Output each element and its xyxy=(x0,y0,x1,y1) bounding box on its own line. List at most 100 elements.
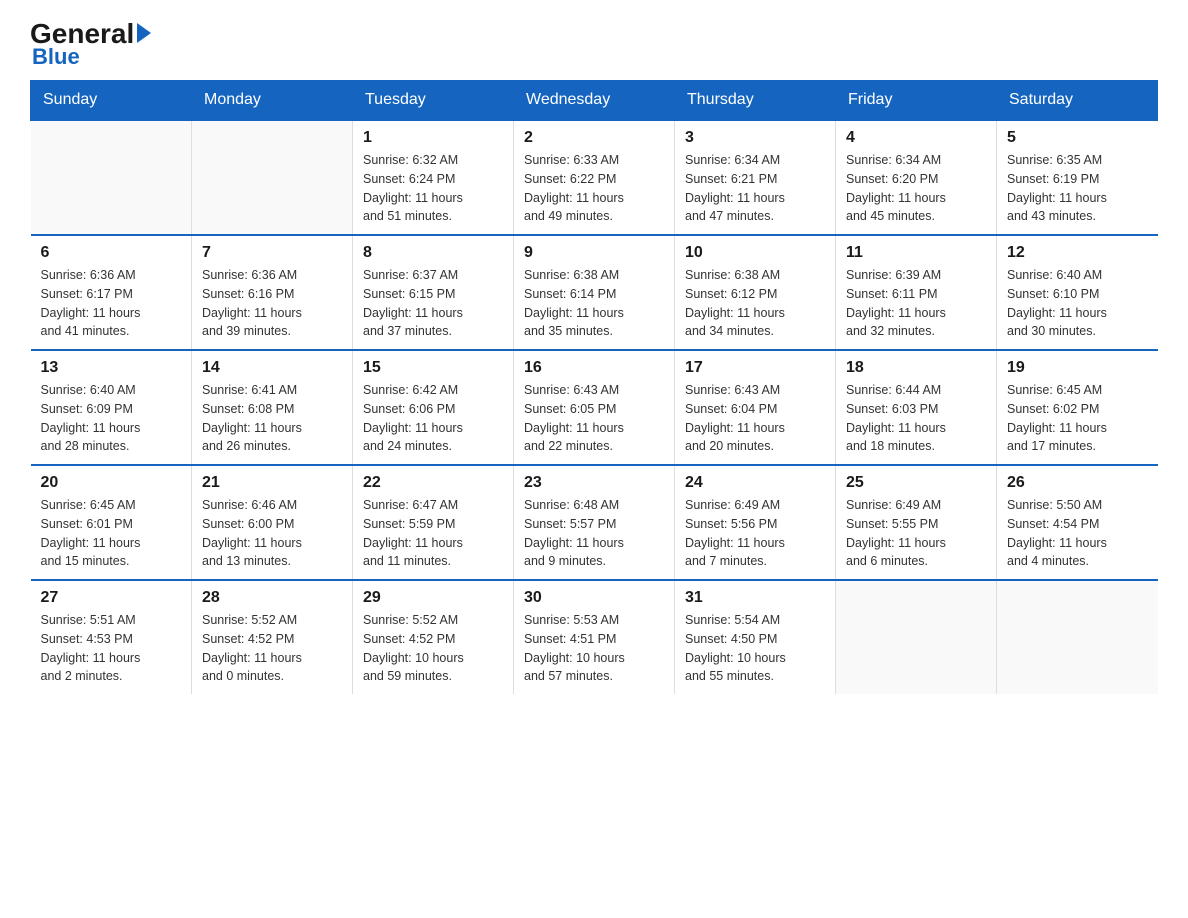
day-number: 22 xyxy=(363,474,503,492)
calendar-cell: 18 Sunrise: 6:44 AMSunset: 6:03 PMDayligh… xyxy=(836,350,997,465)
day-number: 7 xyxy=(202,244,342,262)
day-info: Sunrise: 6:44 AMSunset: 6:03 PMDaylight:… xyxy=(846,381,986,456)
calendar-cell: 4Sunrise: 6:34 AMSunset: 6:20 PMDaylight… xyxy=(836,120,997,235)
column-header-monday: Monday xyxy=(192,81,353,121)
calendar-cell: 26 Sunrise: 5:50 AMSunset: 4:54 PMDayligh… xyxy=(997,465,1158,580)
calendar-cell: 25 Sunrise: 6:49 AMSunset: 5:55 PMDayligh… xyxy=(836,465,997,580)
day-info: Sunrise: 6:45 AMSunset: 6:01 PMDaylight:… xyxy=(41,496,182,571)
day-info: Sunrise: 6:35 AMSunset: 6:19 PMDaylight:… xyxy=(1007,151,1148,226)
calendar-cell: 7Sunrise: 6:36 AMSunset: 6:16 PMDaylight… xyxy=(192,235,353,350)
day-number: 6 xyxy=(41,244,182,262)
logo-arrow-icon xyxy=(137,23,151,43)
calendar-week-row: 27 Sunrise: 5:51 AMSunset: 4:53 PMDayligh… xyxy=(31,580,1158,694)
column-header-tuesday: Tuesday xyxy=(353,81,514,121)
day-info: Sunrise: 6:46 AMSunset: 6:00 PMDaylight:… xyxy=(202,496,342,571)
day-info: Sunrise: 6:47 AMSunset: 5:59 PMDaylight:… xyxy=(363,496,503,571)
day-number: 25 xyxy=(846,474,986,492)
calendar-cell: 9 Sunrise: 6:38 AMSunset: 6:14 PMDaylight… xyxy=(514,235,675,350)
logo: General Blue xyxy=(30,20,151,70)
day-number: 11 xyxy=(846,244,986,262)
calendar-cell: 27 Sunrise: 5:51 AMSunset: 4:53 PMDayligh… xyxy=(31,580,192,694)
logo-blue: Blue xyxy=(32,44,151,70)
day-info: Sunrise: 6:48 AMSunset: 5:57 PMDaylight:… xyxy=(524,496,664,571)
day-info: Sunrise: 6:40 AMSunset: 6:10 PMDaylight:… xyxy=(1007,266,1148,341)
calendar-week-row: 20 Sunrise: 6:45 AMSunset: 6:01 PMDayligh… xyxy=(31,465,1158,580)
day-info: Sunrise: 6:45 AMSunset: 6:02 PMDaylight:… xyxy=(1007,381,1148,456)
day-number: 16 xyxy=(524,359,664,377)
day-number: 9 xyxy=(524,244,664,262)
day-info: Sunrise: 6:43 AMSunset: 6:04 PMDaylight:… xyxy=(685,381,825,456)
day-number: 21 xyxy=(202,474,342,492)
day-info: Sunrise: 6:34 AMSunset: 6:21 PMDaylight:… xyxy=(685,151,825,226)
day-number: 19 xyxy=(1007,359,1148,377)
day-info: Sunrise: 6:49 AMSunset: 5:55 PMDaylight:… xyxy=(846,496,986,571)
calendar-week-row: 6Sunrise: 6:36 AMSunset: 6:17 PMDaylight… xyxy=(31,235,1158,350)
day-number: 8 xyxy=(363,244,503,262)
calendar-cell: 15 Sunrise: 6:42 AMSunset: 6:06 PMDayligh… xyxy=(353,350,514,465)
calendar-header-row: SundayMondayTuesdayWednesdayThursdayFrid… xyxy=(31,81,1158,121)
calendar-cell: 28 Sunrise: 5:52 AMSunset: 4:52 PMDayligh… xyxy=(192,580,353,694)
day-number: 23 xyxy=(524,474,664,492)
day-info: Sunrise: 5:52 AMSunset: 4:52 PMDaylight:… xyxy=(363,611,503,686)
calendar-cell xyxy=(192,120,353,235)
calendar-cell: 29 Sunrise: 5:52 AMSunset: 4:52 PMDayligh… xyxy=(353,580,514,694)
day-info: Sunrise: 6:49 AMSunset: 5:56 PMDaylight:… xyxy=(685,496,825,571)
column-header-friday: Friday xyxy=(836,81,997,121)
day-number: 2 xyxy=(524,129,664,147)
day-info: Sunrise: 6:38 AMSunset: 6:14 PMDaylight:… xyxy=(524,266,664,341)
calendar-cell: 21 Sunrise: 6:46 AMSunset: 6:00 PMDayligh… xyxy=(192,465,353,580)
column-header-thursday: Thursday xyxy=(675,81,836,121)
day-info: Sunrise: 6:32 AMSunset: 6:24 PMDaylight:… xyxy=(363,151,503,226)
day-number: 10 xyxy=(685,244,825,262)
calendar-cell: 30 Sunrise: 5:53 AMSunset: 4:51 PMDayligh… xyxy=(514,580,675,694)
day-info: Sunrise: 6:38 AMSunset: 6:12 PMDaylight:… xyxy=(685,266,825,341)
calendar-cell xyxy=(997,580,1158,694)
day-number: 27 xyxy=(41,589,182,607)
calendar-cell: 1 Sunrise: 6:32 AMSunset: 6:24 PMDaylight… xyxy=(353,120,514,235)
calendar-cell: 12Sunrise: 6:40 AMSunset: 6:10 PMDayligh… xyxy=(997,235,1158,350)
calendar-cell: 11 Sunrise: 6:39 AMSunset: 6:11 PMDayligh… xyxy=(836,235,997,350)
day-number: 15 xyxy=(363,359,503,377)
calendar-cell: 17 Sunrise: 6:43 AMSunset: 6:04 PMDayligh… xyxy=(675,350,836,465)
day-number: 5 xyxy=(1007,129,1148,147)
day-info: Sunrise: 6:34 AMSunset: 6:20 PMDaylight:… xyxy=(846,151,986,226)
day-info: Sunrise: 5:50 AMSunset: 4:54 PMDaylight:… xyxy=(1007,496,1148,571)
day-info: Sunrise: 5:53 AMSunset: 4:51 PMDaylight:… xyxy=(524,611,664,686)
calendar-cell: 3Sunrise: 6:34 AMSunset: 6:21 PMDaylight… xyxy=(675,120,836,235)
day-number: 20 xyxy=(41,474,182,492)
calendar-cell: 8 Sunrise: 6:37 AMSunset: 6:15 PMDaylight… xyxy=(353,235,514,350)
calendar-cell: 13Sunrise: 6:40 AMSunset: 6:09 PMDayligh… xyxy=(31,350,192,465)
column-header-saturday: Saturday xyxy=(997,81,1158,121)
day-number: 1 xyxy=(363,129,503,147)
day-number: 30 xyxy=(524,589,664,607)
calendar-week-row: 1 Sunrise: 6:32 AMSunset: 6:24 PMDaylight… xyxy=(31,120,1158,235)
day-info: Sunrise: 5:54 AMSunset: 4:50 PMDaylight:… xyxy=(685,611,825,686)
day-info: Sunrise: 6:42 AMSunset: 6:06 PMDaylight:… xyxy=(363,381,503,456)
day-number: 17 xyxy=(685,359,825,377)
day-number: 24 xyxy=(685,474,825,492)
calendar-cell: 16Sunrise: 6:43 AMSunset: 6:05 PMDayligh… xyxy=(514,350,675,465)
calendar-cell xyxy=(836,580,997,694)
day-number: 28 xyxy=(202,589,342,607)
calendar-cell: 2 Sunrise: 6:33 AMSunset: 6:22 PMDaylight… xyxy=(514,120,675,235)
calendar-cell: 23 Sunrise: 6:48 AMSunset: 5:57 PMDayligh… xyxy=(514,465,675,580)
calendar-cell: 20 Sunrise: 6:45 AMSunset: 6:01 PMDayligh… xyxy=(31,465,192,580)
calendar-cell: 31Sunrise: 5:54 AMSunset: 4:50 PMDayligh… xyxy=(675,580,836,694)
day-info: Sunrise: 6:39 AMSunset: 6:11 PMDaylight:… xyxy=(846,266,986,341)
day-info: Sunrise: 6:41 AMSunset: 6:08 PMDaylight:… xyxy=(202,381,342,456)
page-header: General Blue xyxy=(30,20,1158,70)
calendar-cell: 10 Sunrise: 6:38 AMSunset: 6:12 PMDayligh… xyxy=(675,235,836,350)
calendar-cell: 19 Sunrise: 6:45 AMSunset: 6:02 PMDayligh… xyxy=(997,350,1158,465)
day-number: 18 xyxy=(846,359,986,377)
day-info: Sunrise: 6:37 AMSunset: 6:15 PMDaylight:… xyxy=(363,266,503,341)
column-header-sunday: Sunday xyxy=(31,81,192,121)
day-info: Sunrise: 6:40 AMSunset: 6:09 PMDaylight:… xyxy=(41,381,182,456)
calendar-cell: 6Sunrise: 6:36 AMSunset: 6:17 PMDaylight… xyxy=(31,235,192,350)
day-number: 29 xyxy=(363,589,503,607)
calendar-cell xyxy=(31,120,192,235)
calendar-cell: 24 Sunrise: 6:49 AMSunset: 5:56 PMDayligh… xyxy=(675,465,836,580)
day-info: Sunrise: 6:33 AMSunset: 6:22 PMDaylight:… xyxy=(524,151,664,226)
day-info: Sunrise: 5:52 AMSunset: 4:52 PMDaylight:… xyxy=(202,611,342,686)
day-number: 26 xyxy=(1007,474,1148,492)
day-info: Sunrise: 5:51 AMSunset: 4:53 PMDaylight:… xyxy=(41,611,182,686)
